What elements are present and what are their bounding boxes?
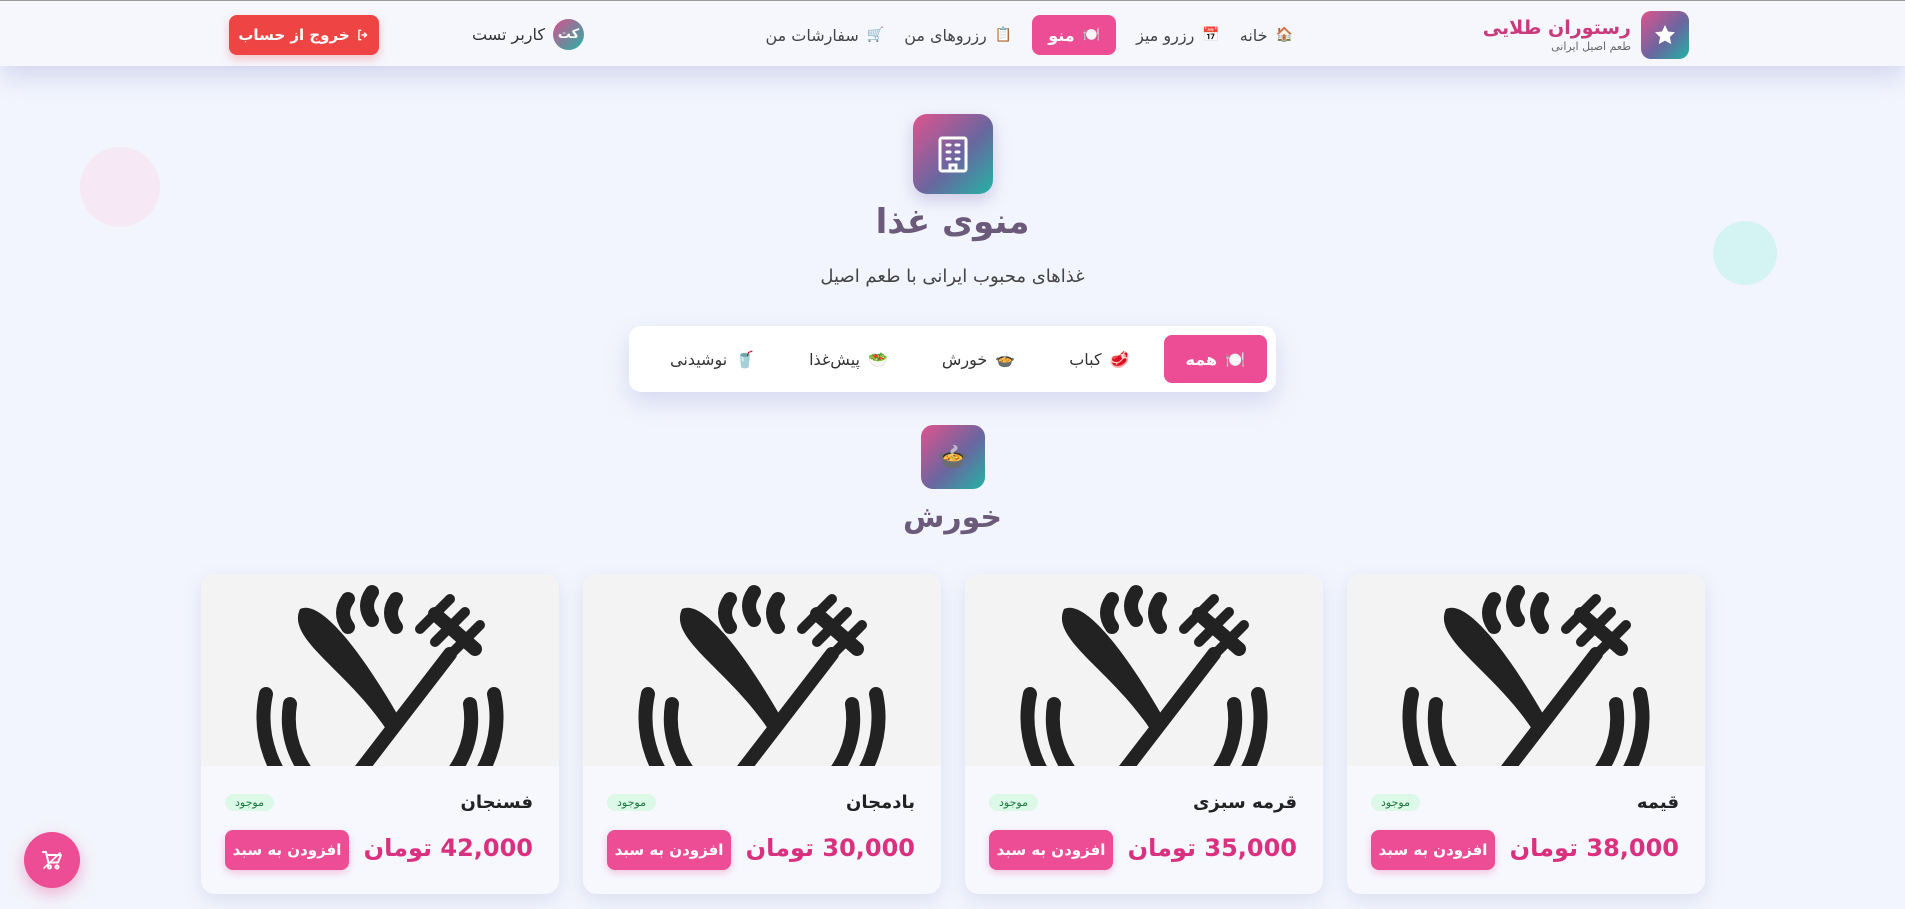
dish-card: فسنجان موجود 42,000 تومان افزودن به سبد [201, 574, 559, 894]
nav-reserve-label: رزرو میز [1136, 25, 1195, 45]
dish-image [201, 574, 559, 766]
dish-image [1347, 574, 1705, 766]
add-to-cart-button[interactable]: افزودن به سبد [607, 830, 731, 870]
page-title: منوی غذا [875, 202, 1030, 242]
status-badge: موجود [225, 794, 274, 811]
stew-pot-icon: 🍲 [921, 425, 985, 489]
meat-icon: 🥩 [1109, 349, 1130, 369]
status-badge: موجود [1371, 794, 1420, 811]
add-to-cart-button[interactable]: افزودن به سبد [1371, 830, 1495, 870]
dish-grid: قیمه موجود 38,000 تومان افزودن به سبد قر… [201, 574, 1705, 909]
section-title: خورش [902, 500, 1003, 535]
dish-price: 42,000 تومان [363, 834, 533, 862]
dish-price: 38,000 تومان [1509, 834, 1679, 862]
filter-all-label: همه [1185, 349, 1218, 369]
filter-stew-label: خورش [941, 349, 988, 369]
status-badge: موجود [607, 794, 656, 811]
filter-drinks[interactable]: 🥤 نوشیدنی [650, 335, 775, 383]
building-icon [913, 114, 993, 194]
dish-name: بادمجان [846, 792, 915, 813]
house-icon: 🏠 [1275, 27, 1293, 43]
filter-appetizer[interactable]: 🥗 پیش‌غذا [789, 335, 908, 383]
top-navbar: رستوران طلایی طعم اصیل ایرانی 🏠 خانه 📅 ر… [0, 0, 1905, 66]
stew-pot-icon: 🍲 [995, 349, 1016, 369]
category-filters: 🍽️ همه 🥩 کباب 🍲 خورش 🥗 پیش‌غذا 🥤 نوشیدنی [629, 326, 1276, 392]
filter-drinks-label: نوشیدنی [670, 349, 728, 369]
star-icon [1641, 11, 1689, 59]
avatar: کت [553, 19, 585, 50]
filter-stew[interactable]: 🍲 خورش [922, 335, 1035, 383]
dish-name: فسنجان [460, 792, 533, 813]
dish-name: قیمه [1636, 792, 1679, 813]
user-menu[interactable]: کت کاربر تست [472, 19, 585, 50]
dish-price: 35,000 تومان [1127, 834, 1297, 862]
filter-all[interactable]: 🍽️ همه [1163, 335, 1267, 383]
nav-home[interactable]: 🏠 خانه [1240, 15, 1293, 55]
dish-price: 30,000 تومان [745, 834, 915, 862]
logout-label: خروج از حساب [238, 26, 350, 44]
logout-icon [357, 29, 368, 41]
filter-kabab[interactable]: 🥩 کباب [1049, 335, 1149, 383]
plate-icon: 🍽️ [1082, 27, 1101, 43]
nav-my-orders[interactable]: 🛒 سفارشات من [765, 15, 884, 55]
filter-kabab-label: کباب [1069, 349, 1102, 369]
dish-card: قرمه سبزی موجود 35,000 تومان افزودن به س… [965, 574, 1323, 894]
filter-appetizer-label: پیش‌غذا [809, 349, 860, 369]
drink-icon: 🥤 [735, 349, 756, 369]
floating-cart-button[interactable] [24, 832, 80, 888]
brand-title: رستوران طلایی [1482, 17, 1631, 39]
nav-menu[interactable]: 🍽️ منو [1032, 15, 1117, 55]
calendar-icon: 📅 [1202, 27, 1220, 43]
page-subtitle: غذاهای محبوب ایرانی با طعم اصیل [820, 266, 1085, 287]
dish-name: قرمه سبزی [1192, 792, 1297, 813]
dish-card: قیمه موجود 38,000 تومان افزودن به سبد [1347, 574, 1705, 894]
nav-home-label: خانه [1239, 25, 1268, 45]
dish-image [583, 574, 941, 766]
status-badge: موجود [989, 794, 1038, 811]
plate-icon: 🍽️ [1225, 349, 1245, 369]
cart-icon: 🛒 [866, 27, 885, 43]
logout-button[interactable]: خروج از حساب [229, 15, 379, 55]
salad-icon: 🥗 [867, 349, 888, 369]
nav-menu-label: منو [1048, 25, 1075, 45]
dish-card: بادمجان موجود 30,000 تومان افزودن به سبد [583, 574, 941, 894]
cart-icon [42, 851, 62, 870]
add-to-cart-button[interactable]: افزودن به سبد [225, 830, 349, 870]
nav-my-reservations-label: رزروهای من [904, 25, 987, 45]
dish-image [965, 574, 1323, 766]
brand-subtitle: طعم اصیل ایرانی [1551, 40, 1631, 53]
user-name: کاربر تست [472, 25, 546, 44]
nav-reserve-table[interactable]: 📅 رزرو میز [1136, 15, 1220, 55]
nav-my-orders-label: سفارشات من [765, 25, 859, 45]
add-to-cart-button[interactable]: افزودن به سبد [989, 830, 1113, 870]
nav-my-reservations[interactable]: 📋 رزروهای من [904, 15, 1012, 55]
brand[interactable]: رستوران طلایی طعم اصیل ایرانی [1483, 11, 1689, 59]
clipboard-icon: 📋 [994, 27, 1013, 43]
main-nav: 🏠 خانه 📅 رزرو میز 🍽️ منو 📋 رزروهای من 🛒 … [765, 15, 1293, 55]
